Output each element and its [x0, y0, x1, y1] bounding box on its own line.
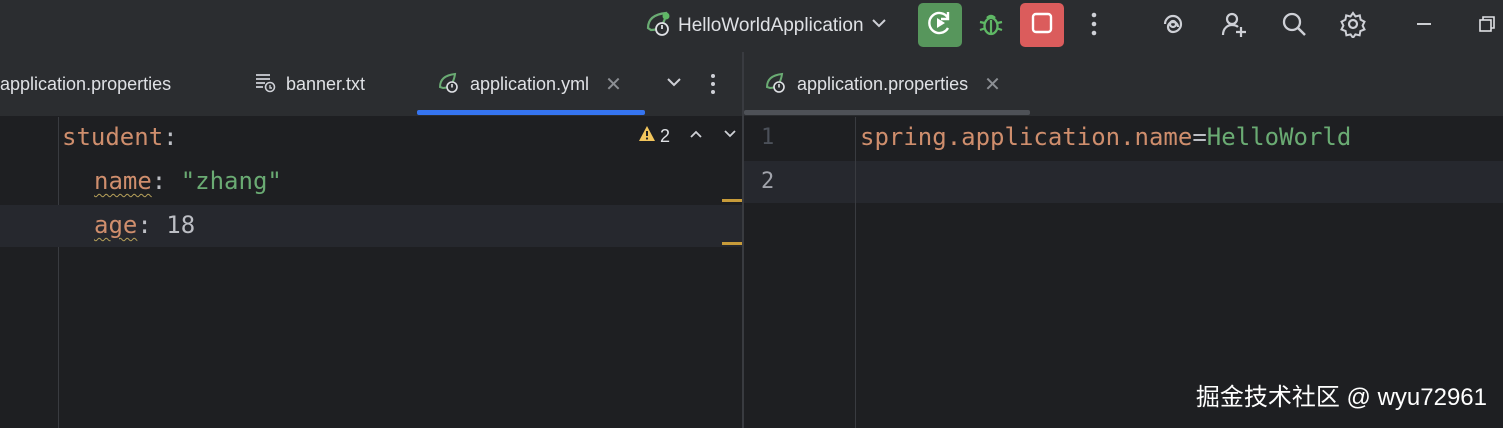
caret-line-highlight: [744, 161, 1503, 203]
tab-application-properties-left[interactable]: application.properties: [0, 52, 171, 116]
search-icon: [1280, 10, 1308, 43]
text-file-icon: [254, 71, 276, 98]
active-tab-indicator: [744, 110, 1030, 115]
yaml-value: 18: [166, 211, 196, 239]
more-vert-icon: [1089, 10, 1099, 43]
gutter-divider: [855, 117, 856, 428]
restore-button[interactable]: [1476, 8, 1503, 44]
spring-icon: [436, 70, 460, 99]
warning-icon: [638, 125, 656, 148]
yaml-colon: :: [137, 211, 167, 239]
gutter-divider: [58, 117, 59, 428]
error-stripe-marker[interactable]: [722, 242, 742, 245]
yaml-colon: :: [163, 123, 178, 151]
code-line-1: spring.application.name=HelloWorld: [860, 123, 1351, 151]
chevron-up-icon[interactable]: [688, 126, 704, 147]
tab-label: application.properties: [797, 73, 969, 94]
settings-button[interactable]: [1335, 8, 1371, 44]
property-key: spring.application.name: [860, 123, 1193, 151]
error-stripe-marker[interactable]: [722, 199, 742, 202]
tab-application-properties-right[interactable]: application.properties ✕: [763, 52, 1001, 116]
tab-banner-txt[interactable]: banner.txt: [254, 52, 365, 116]
property-equals: =: [1192, 123, 1207, 151]
ai-assistant-button[interactable]: [1155, 8, 1191, 44]
code-line-2: name: "zhang": [94, 167, 282, 195]
tab-label: application.properties: [0, 73, 172, 94]
line-number: 1: [761, 125, 775, 150]
inspection-widget[interactable]: 2: [638, 125, 738, 148]
yaml-colon: :: [151, 167, 181, 195]
add-user-icon: [1220, 10, 1248, 43]
tab-application-yml[interactable]: application.yml ✕: [436, 52, 622, 116]
watermark: 掘金技术社区 @ wyu72961: [1195, 384, 1487, 411]
close-icon[interactable]: ✕: [605, 72, 622, 97]
yaml-key: student: [62, 123, 164, 151]
spring-run-icon: [642, 8, 672, 44]
left-editor-tabbar: application.properties banner.txt applic…: [0, 52, 742, 117]
yaml-key: age: [94, 211, 138, 239]
tab-label: banner.txt: [286, 73, 366, 94]
minimize-button[interactable]: [1406, 8, 1442, 44]
code-line-3: age: 18: [94, 211, 195, 239]
yaml-key: name: [94, 167, 152, 195]
run-configuration-selector[interactable]: HelloWorldApplication: [642, 8, 888, 44]
search-button[interactable]: [1276, 8, 1312, 44]
spring-icon: [763, 70, 787, 99]
title-toolbar: HelloWorldApplication: [0, 0, 1503, 52]
warning-count: 2: [660, 126, 671, 146]
property-value: HelloWorld: [1206, 123, 1352, 151]
minimize-icon: [1414, 14, 1434, 39]
tab-list-dropdown-button[interactable]: [664, 72, 684, 97]
restore-icon: [1476, 14, 1496, 39]
more-actions-button[interactable]: [1076, 8, 1112, 44]
rerun-button[interactable]: [918, 3, 962, 47]
close-icon[interactable]: ✕: [984, 72, 1001, 97]
yaml-value: "zhang": [180, 167, 282, 195]
stop-icon: [1029, 10, 1055, 41]
code-line-1: student:: [62, 123, 178, 151]
yaml-editor[interactable]: 2 student: name: "zhang" age: 18: [0, 117, 742, 428]
debug-button[interactable]: [973, 8, 1009, 44]
tab-label: application.yml: [470, 73, 590, 94]
settings-icon: [1339, 10, 1367, 43]
run-configuration-label: HelloWorldApplication: [678, 15, 864, 36]
ai-assistant-icon: [1159, 10, 1187, 43]
chevron-down-icon[interactable]: [722, 126, 738, 147]
active-tab-indicator: [417, 110, 645, 115]
line-number-current: 2: [761, 169, 775, 194]
more-vert-icon: [708, 74, 718, 100]
stop-button[interactable]: [1020, 3, 1064, 47]
rerun-icon: [926, 9, 954, 42]
right-editor-tabbar: application.properties ✕: [744, 52, 1503, 117]
code-with-me-button[interactable]: [1216, 8, 1252, 44]
debug-icon: [977, 10, 1005, 43]
chevron-down-icon: [870, 14, 888, 38]
tab-actions-button[interactable]: [708, 72, 718, 101]
chevron-down-icon: [664, 78, 684, 96]
